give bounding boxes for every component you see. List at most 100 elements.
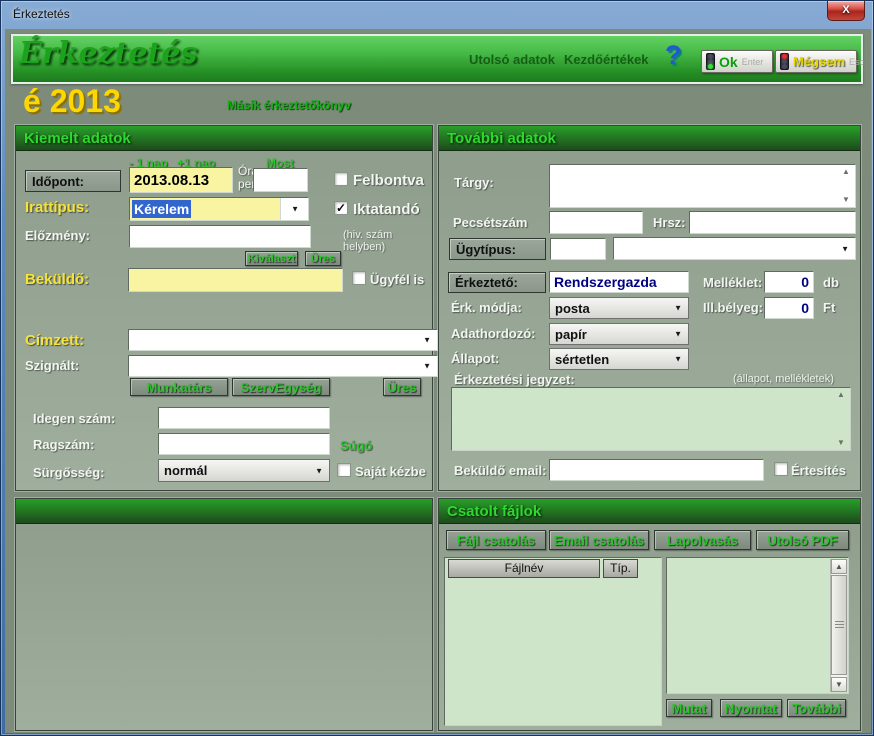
kiemelt-panel: Kiemelt adatok - 1 nap +1 nap Most Időpo… — [15, 125, 433, 491]
ragszam-input[interactable] — [158, 433, 330, 455]
erk-modja-combo[interactable]: posta ▼ — [549, 297, 689, 319]
scroll-down-icon[interactable]: ▼ — [837, 437, 845, 449]
last-data-link[interactable]: Utolsó adatok — [469, 52, 555, 67]
file-list-column-fajlnev[interactable]: Fájlnév — [448, 559, 600, 578]
cancel-button[interactable]: Mégsem Esc — [775, 50, 857, 73]
jegyzet-textarea[interactable]: ▲▼ — [451, 387, 851, 451]
ill-belyeg-input[interactable] — [764, 297, 814, 319]
ures-button[interactable]: Üres — [305, 251, 341, 266]
cancel-button-hint: Esc — [849, 57, 864, 67]
bottom-left-panel-body — [16, 524, 432, 730]
scroll-up-icon[interactable]: ▲ — [842, 166, 850, 178]
scrollbar-thumb[interactable] — [831, 575, 847, 675]
jegyzet-label: Érkeztetési jegyzet: — [454, 372, 575, 387]
chevron-down-icon: ▼ — [674, 330, 682, 339]
cancel-button-label: Mégsem — [793, 54, 845, 69]
iktatando-label: Iktatandó — [353, 201, 420, 218]
ugytipus-combo[interactable]: ▼ — [613, 237, 856, 260]
szervegyseg-button[interactable]: SzervEgység — [232, 378, 330, 396]
targy-textarea[interactable]: ▲▼ — [549, 164, 856, 208]
sajat-kezbe-label: Saját kézbe — [355, 464, 426, 479]
scroll-up-icon[interactable]: ▲ — [837, 389, 845, 401]
chevron-down-icon: ▼ — [423, 362, 431, 371]
erkezteto-button[interactable]: Érkeztető: — [448, 272, 546, 293]
ok-button-hint: Enter — [742, 57, 764, 67]
scrollbar-grip — [835, 621, 844, 622]
file-preview[interactable]: ▲ ▼ — [666, 557, 849, 694]
allapot-combo[interactable]: sértetlen ▼ — [549, 348, 689, 370]
irattipus-combo[interactable]: Kérelem ▼ — [129, 197, 309, 221]
nyomtat-button[interactable]: Nyomtat — [720, 699, 782, 717]
melleklet-label: Melléklet: — [703, 275, 762, 290]
ures2-button[interactable]: Üres — [383, 378, 421, 396]
kivalaszt-button[interactable]: Kiválaszt — [245, 251, 298, 266]
irattipus-dropdown-zone[interactable]: ▼ — [280, 198, 308, 220]
lapolvasas-button[interactable]: Lapolvasás — [654, 530, 751, 550]
help-icon[interactable]: ? — [665, 40, 682, 71]
targy-label: Tárgy: — [454, 175, 494, 190]
ok-button-label: Ok — [719, 54, 738, 70]
file-list[interactable] — [444, 557, 662, 726]
window-title: Érkeztetés — [13, 7, 70, 21]
app-window: Érkeztetés X Érkeztetés Utolsó adatok Ke… — [0, 0, 874, 736]
bekuldo-label: Beküldő: — [25, 271, 89, 288]
elozmeny-input[interactable] — [129, 225, 311, 248]
chevron-down-icon: ▼ — [291, 205, 299, 214]
erk-modja-selected-value: posta — [555, 301, 590, 316]
cimzett-combo[interactable]: ▼ — [128, 329, 438, 351]
ugytipus-button[interactable]: Ügytípus: — [449, 238, 546, 260]
header-banner: Érkeztetés Utolsó adatok Kezdőértékek ? … — [11, 34, 863, 84]
cimzett-label: Címzett: — [25, 332, 84, 349]
surgosseg-combo[interactable]: normál ▼ — [158, 459, 330, 482]
melleklet-input[interactable] — [764, 271, 814, 293]
mutat-button[interactable]: Mutat — [666, 699, 712, 717]
scroll-up-icon[interactable]: ▲ — [831, 559, 847, 574]
email-csatolas-button[interactable]: Email csatolás — [549, 530, 649, 550]
utolso-pdf-button[interactable]: Utolsó PDF — [756, 530, 849, 550]
bottom-left-panel-header — [16, 499, 432, 524]
hrsz-label: Hrsz: — [653, 215, 686, 230]
defaults-link[interactable]: Kezdőértékek — [564, 52, 649, 67]
iktatando-checkbox[interactable]: ✓ — [334, 201, 348, 215]
ok-button[interactable]: Ok Enter — [701, 50, 773, 73]
felbontva-label: Felbontva — [353, 172, 424, 189]
hour-minute-input[interactable] — [253, 168, 308, 192]
irattipus-label: Irattípus: — [25, 199, 89, 216]
tovabbi-panel-title: További adatok — [439, 126, 860, 151]
hrsz-input[interactable] — [689, 211, 856, 234]
ugyfel-is-label: Ügyfél is — [370, 272, 424, 287]
other-book-link[interactable]: Másik érkeztetőkönyv — [227, 98, 351, 112]
chevron-down-icon: ▼ — [841, 244, 849, 253]
pecsetszam-input[interactable] — [549, 211, 643, 234]
scroll-down-icon[interactable]: ▼ — [842, 194, 850, 206]
idegen-szam-label: Idegen szám: — [33, 411, 115, 426]
ugyfel-is-checkbox[interactable] — [352, 271, 366, 285]
date-input[interactable] — [129, 167, 233, 193]
bekuldo-input[interactable] — [128, 268, 343, 292]
chevron-down-icon: ▼ — [423, 336, 431, 345]
szignalt-combo[interactable]: ▼ — [128, 355, 438, 377]
close-button[interactable]: X — [827, 1, 865, 21]
csatolt-panel-title: Csatolt fájlok — [439, 499, 860, 524]
bekuldo-email-input[interactable] — [549, 459, 764, 481]
file-list-column-tip[interactable]: Típ. — [603, 559, 638, 578]
tovabbi-button[interactable]: További — [787, 699, 846, 717]
sajat-kezbe-checkbox[interactable] — [337, 463, 351, 477]
pecsetszam-label: Pecsétszám — [453, 215, 527, 230]
title-bar[interactable]: Érkeztetés X — [1, 1, 873, 29]
ragszam-label: Ragszám: — [33, 437, 94, 452]
scroll-down-icon[interactable]: ▼ — [831, 677, 847, 692]
ugytipus-code-input[interactable] — [550, 238, 606, 260]
munkatars-button[interactable]: Munkatárs — [130, 378, 228, 396]
preview-scrollbar[interactable]: ▲ ▼ — [830, 559, 847, 692]
fajl-csatolas-button[interactable]: Fájl csatolás — [446, 530, 546, 550]
sugo-link[interactable]: Súgó — [340, 438, 373, 453]
idopont-button[interactable]: Időpont: — [25, 170, 121, 192]
allapot-selected-value: sértetlen — [555, 352, 609, 367]
ertesites-label: Értesítés — [791, 463, 846, 478]
adathordozo-combo[interactable]: papír ▼ — [549, 323, 689, 345]
idegen-szam-input[interactable] — [158, 407, 330, 429]
erkezteto-input[interactable] — [549, 271, 689, 293]
ertesites-checkbox[interactable] — [774, 462, 788, 476]
felbontva-checkbox[interactable] — [334, 172, 348, 186]
